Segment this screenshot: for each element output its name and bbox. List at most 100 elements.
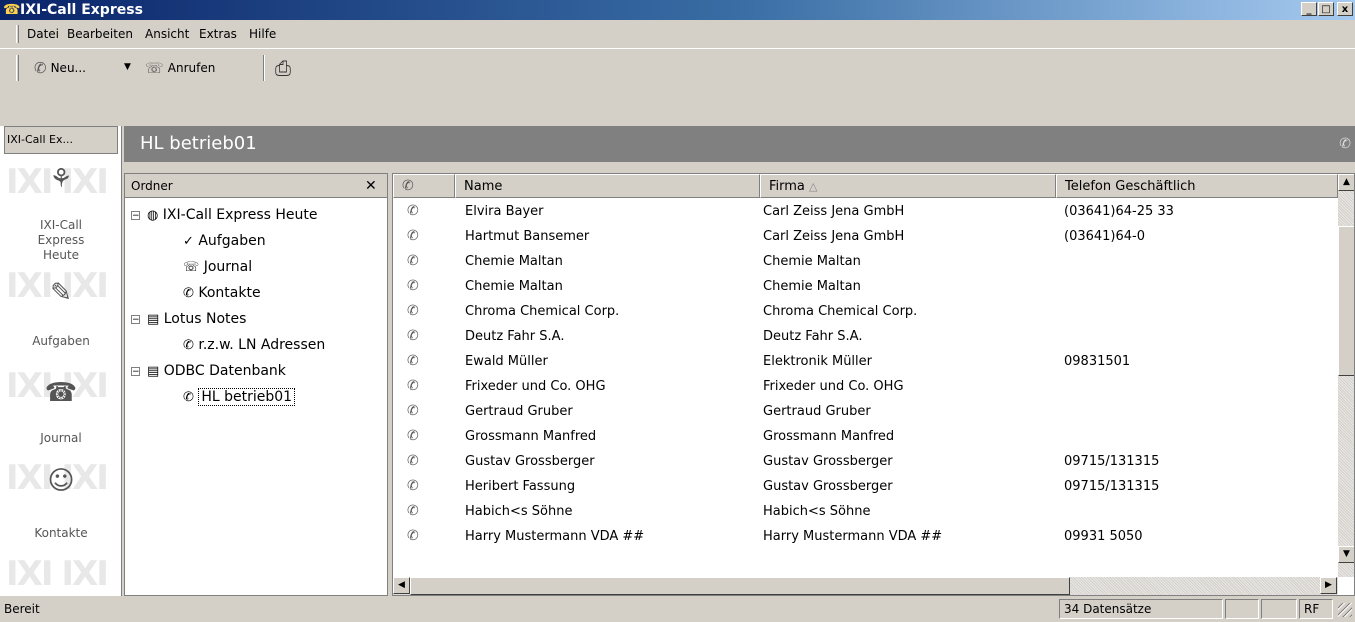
- table-row[interactable]: ✆ Heribert Fassung Gustav Grossberger 09715…: [393, 474, 1338, 499]
- tree-item-label: Aufgaben: [198, 233, 266, 249]
- new-dropdown-arrow-icon[interactable]: ▼: [124, 62, 131, 72]
- call-button[interactable]: ☏ Anrufen: [145, 58, 215, 78]
- cell-telefon: [1064, 499, 1334, 524]
- cell-firma: Chroma Chemical Corp.: [763, 304, 918, 319]
- tasks-icon[interactable]: ✎: [0, 278, 121, 308]
- column-header-icon[interactable]: ✆: [393, 174, 455, 198]
- table-row[interactable]: ✆ Frixeder und Co. OHG Frixeder und Co. OH…: [393, 374, 1338, 399]
- folder-pane-title: Ordner: [131, 179, 173, 193]
- menu-ansicht[interactable]: Ansicht: [142, 22, 192, 46]
- tree-item-kontakte[interactable]: ✆ Kontakte: [183, 282, 261, 305]
- shortcut-today[interactable]: IXI-Call Express Heute: [0, 218, 121, 263]
- horizontal-scroll-thumb[interactable]: [410, 577, 1070, 595]
- table-row[interactable]: ✆ Chroma Chemical Corp. Chroma Chemical Co…: [393, 299, 1338, 324]
- close-button[interactable]: x: [1337, 2, 1353, 16]
- tree-expander[interactable]: −: [131, 211, 140, 221]
- resize-grip[interactable]: [1338, 603, 1352, 617]
- contact-card-icon: ✆: [407, 428, 419, 444]
- menu-datei[interactable]: Datei: [24, 22, 62, 46]
- tasks-icon: ✓: [183, 234, 194, 249]
- column-header-telefon[interactable]: Telefon Geschäftlich: [1056, 174, 1338, 198]
- shortcut-journal[interactable]: Journal: [0, 431, 121, 445]
- scroll-right-arrow-icon[interactable]: ▶: [1320, 577, 1337, 594]
- today-icon[interactable]: ⚘: [0, 164, 121, 194]
- table-row[interactable]: ✆ Elvira Bayer Carl Zeiss Jena GmbH (03641)…: [393, 199, 1338, 224]
- search-document-icon[interactable]: ⎙: [275, 55, 301, 81]
- menu-bearbeiten[interactable]: Bearbeiten: [64, 22, 136, 46]
- address-book-icon: ▤: [147, 364, 160, 379]
- cell-name: Frixeder und Co. OHG: [465, 379, 606, 394]
- cell-firma: Harry Mustermann VDA ##: [763, 529, 943, 544]
- cell-telefon: [1064, 399, 1334, 424]
- cell-name: Chroma Chemical Corp.: [465, 304, 620, 319]
- cell-name: Chemie Maltan: [465, 279, 563, 294]
- cell-name: Gustav Grossberger: [465, 454, 595, 469]
- menu-extras[interactable]: Extras: [196, 22, 240, 46]
- table-row[interactable]: ✆ Hartmut Bansemer Carl Zeiss Jena GmbH (03…: [393, 224, 1338, 249]
- column-header-firma-label: Firma: [769, 179, 805, 194]
- tree-item-label: Kontakte: [198, 285, 261, 301]
- table-row[interactable]: ✆ Habich<s Söhne Habich<s Söhne: [393, 499, 1338, 524]
- table-row[interactable]: ✆ Ewald Müller Elektronik Müller 09831501: [393, 349, 1338, 374]
- record-count: 34 Datensätze: [1059, 599, 1223, 619]
- horizontal-scrollbar[interactable]: ◀ ▶: [393, 577, 1338, 595]
- journal-icon[interactable]: ☎: [0, 378, 121, 408]
- vertical-scrollbar[interactable]: ▲ ▼: [1338, 174, 1354, 577]
- tree-item-heute[interactable]: ◍ IXI-Call Express Heute: [147, 204, 318, 227]
- tree-item-hl-betrieb01[interactable]: ✆ HL betrieb01: [183, 386, 296, 409]
- cell-telefon: [1064, 249, 1334, 274]
- tree-item-journal[interactable]: ☏ Journal: [183, 256, 252, 279]
- cell-telefon: [1064, 374, 1334, 399]
- cell-telefon: 09715/131315: [1064, 479, 1160, 494]
- table-row[interactable]: ✆ Gustav Grossberger Gustav Grossberger 097…: [393, 449, 1338, 474]
- contact-card-icon: ✆: [407, 328, 419, 344]
- contact-card-icon: ✆: [407, 278, 419, 294]
- vertical-scroll-thumb[interactable]: [1338, 226, 1354, 376]
- column-header-firma[interactable]: Firma △: [760, 174, 1056, 198]
- cell-firma: Chemie Maltan: [763, 254, 861, 269]
- tree-item-label: ODBC Datenbank: [163, 363, 286, 379]
- table-row[interactable]: ✆ Grossmann Manfred Grossmann Manfred: [393, 424, 1338, 449]
- cell-telefon: (03641)64-25 33: [1064, 204, 1174, 219]
- contact-card-icon: ✆: [407, 353, 419, 369]
- cell-firma: Elektronik Müller: [763, 354, 872, 369]
- cell-name: Heribert Fassung: [465, 479, 576, 494]
- table-row[interactable]: ✆ Deutz Fahr S.A. Deutz Fahr S.A.: [393, 324, 1338, 349]
- contact-card-icon: ✆: [407, 528, 419, 544]
- table-row[interactable]: ✆ Gertraud Gruber Gertraud Gruber: [393, 399, 1338, 424]
- title-bar[interactable]: ☎ IXI-Call Express _ □ x: [0, 0, 1355, 20]
- tree-item-odbc[interactable]: ▤ ODBC Datenbank: [147, 360, 286, 383]
- close-icon[interactable]: ✕: [365, 174, 377, 198]
- table-row[interactable]: ✆ Harry Mustermann VDA ## Harry Mustermann…: [393, 524, 1338, 549]
- table-row[interactable]: ✆ Chemie Maltan Chemie Maltan: [393, 274, 1338, 299]
- cell-telefon: 09931 5050: [1064, 529, 1143, 544]
- status-text: Bereit: [4, 602, 40, 616]
- new-button[interactable]: ✆ Neu...: [34, 58, 86, 78]
- status-panel-empty: [1225, 599, 1259, 619]
- contacts-icon[interactable]: ☺: [0, 466, 121, 496]
- folder-pane-header: Ordner ✕: [125, 174, 387, 198]
- minimize-button[interactable]: _: [1301, 2, 1317, 16]
- scroll-left-arrow-icon[interactable]: ◀: [393, 577, 410, 594]
- phone-icon: ☏: [145, 59, 164, 77]
- menu-grip: [16, 25, 19, 43]
- maximize-button[interactable]: □: [1318, 2, 1334, 16]
- cell-telefon: [1064, 324, 1334, 349]
- tree-expander[interactable]: −: [131, 367, 140, 377]
- shortcut-group-button[interactable]: IXI-Call Ex...: [4, 126, 118, 154]
- table-row[interactable]: ✆ Chemie Maltan Chemie Maltan: [393, 249, 1338, 274]
- contact-card-icon: ✆: [183, 286, 194, 301]
- tree-item-label: Lotus Notes: [163, 311, 247, 327]
- shortcut-contacts[interactable]: Kontakte: [0, 526, 121, 540]
- menu-hilfe[interactable]: Hilfe: [246, 22, 279, 46]
- tree-item-aufgaben[interactable]: ✓ Aufgaben: [183, 230, 266, 253]
- scroll-up-arrow-icon[interactable]: ▲: [1338, 174, 1354, 191]
- column-header-name[interactable]: Name: [455, 174, 760, 198]
- tree-item-ln-adressen[interactable]: ✆ r.z.w. LN Adressen: [183, 334, 325, 357]
- tree-expander[interactable]: −: [131, 315, 140, 325]
- shortcut-tasks[interactable]: Aufgaben: [0, 334, 121, 348]
- journal-icon: ☏: [183, 260, 200, 275]
- scroll-down-arrow-icon[interactable]: ▼: [1338, 546, 1354, 563]
- shortcut-today-line1: IXI-Call: [39, 218, 83, 232]
- tree-item-lotus[interactable]: ▤ Lotus Notes: [147, 308, 246, 331]
